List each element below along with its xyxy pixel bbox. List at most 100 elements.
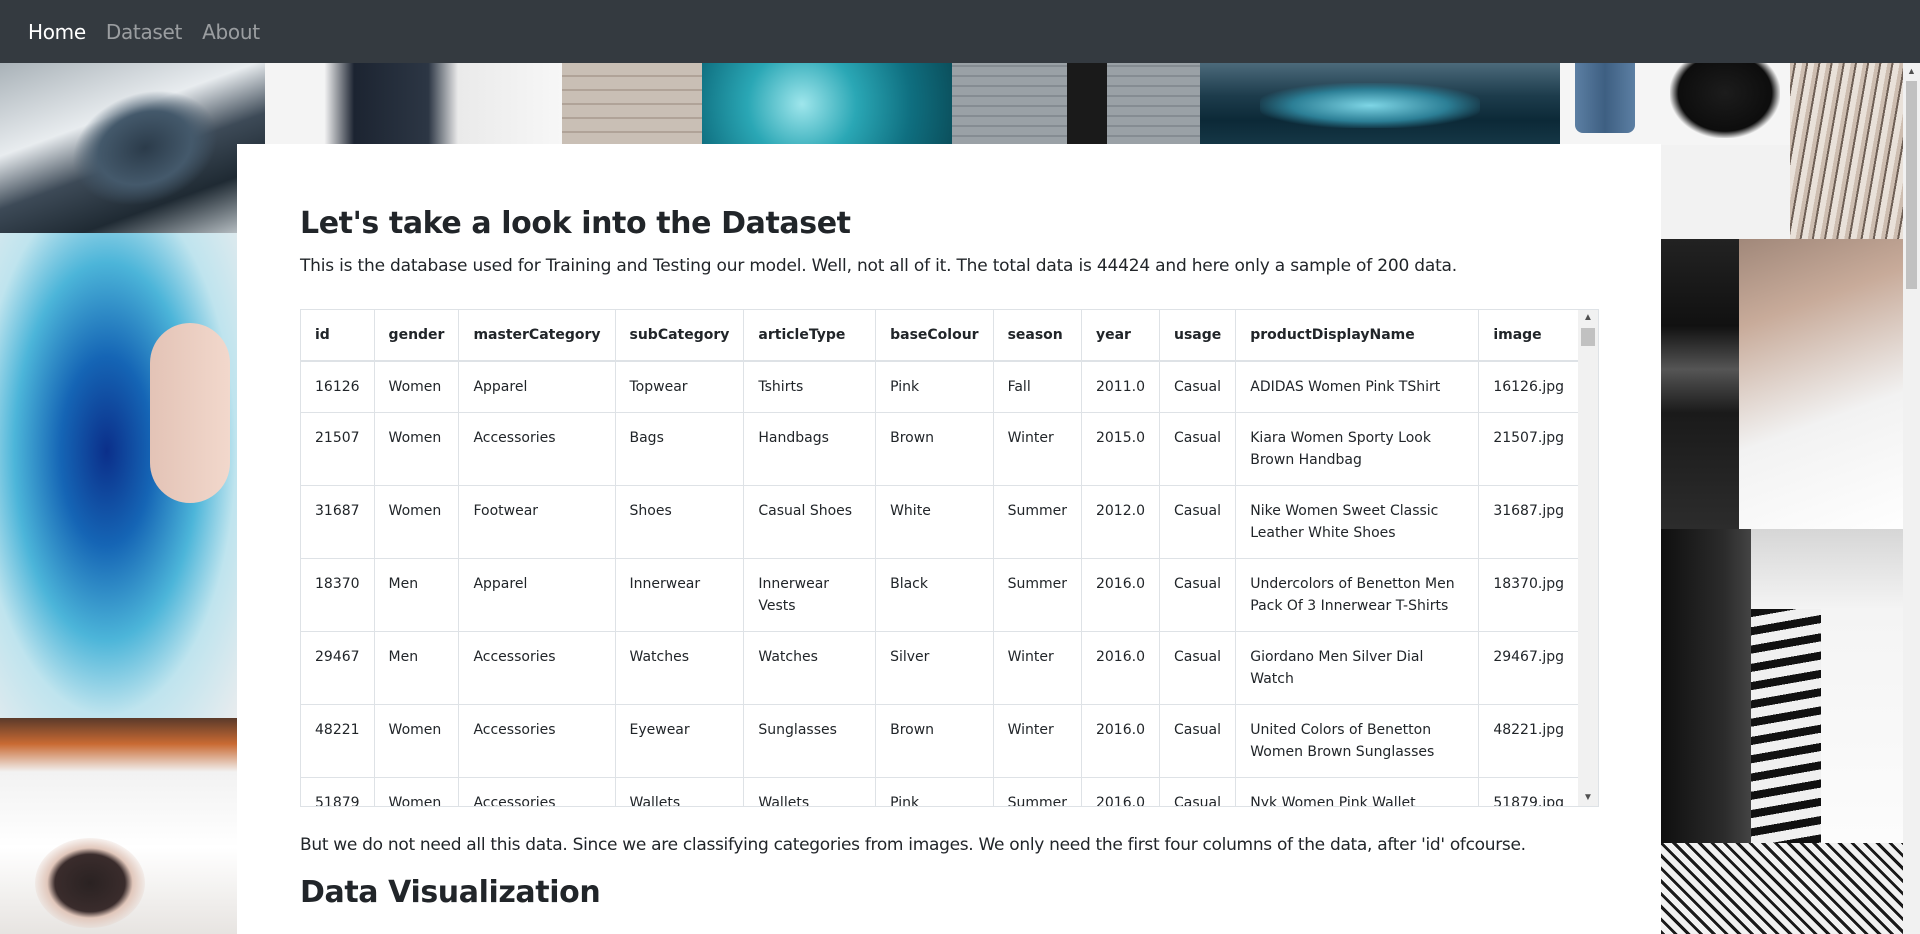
table-cell-baseColour: Brown bbox=[875, 704, 994, 778]
table-cell-usage: Casual bbox=[1158, 631, 1237, 705]
nav-dataset-link[interactable]: Dataset bbox=[106, 20, 183, 44]
column-header: subCategory bbox=[614, 310, 745, 362]
table-cell-year: 2011.0 bbox=[1080, 360, 1160, 413]
table-cell-masterCategory: Apparel bbox=[458, 360, 616, 413]
table-cell-masterCategory: Accessories bbox=[458, 412, 616, 486]
table-cell-subCategory: Bags bbox=[614, 412, 745, 486]
table-cell-image: 18370.jpg bbox=[1478, 558, 1579, 632]
table-cell-image: 21507.jpg bbox=[1478, 412, 1579, 486]
table-cell-masterCategory: Accessories bbox=[458, 631, 616, 705]
triangle-down-icon[interactable]: ▼ bbox=[1578, 790, 1598, 806]
table-cell-gender: Women bbox=[373, 704, 460, 778]
table-cell-articleType: Sunglasses bbox=[743, 704, 877, 778]
page-scrollbar-thumb[interactable] bbox=[1906, 81, 1917, 289]
nav-home-link[interactable]: Home bbox=[28, 20, 86, 44]
table-cell-gender: Men bbox=[373, 558, 460, 632]
table-cell-year: 2012.0 bbox=[1080, 485, 1160, 559]
table-cell-id: 29467 bbox=[301, 631, 375, 705]
table-cell-season: Winter bbox=[992, 704, 1082, 778]
table-cell-id: 16126 bbox=[301, 360, 375, 413]
table-cell-usage: Casual bbox=[1158, 704, 1237, 778]
table-cell-baseColour: Silver bbox=[875, 631, 994, 705]
table-cell-id: 51879 bbox=[301, 777, 375, 806]
table-cell-id: 21507 bbox=[301, 412, 375, 486]
collage-image-jeans bbox=[1560, 63, 1805, 145]
table-header-row: id gender masterCategory subCategory art… bbox=[301, 310, 1579, 362]
table-cell-image: 51879.jpg bbox=[1478, 777, 1579, 806]
column-header: year bbox=[1080, 310, 1160, 362]
table-cell-masterCategory: Accessories bbox=[458, 704, 616, 778]
table-cell-productDisplayName: ADIDAS Women Pink TShirt bbox=[1235, 360, 1480, 413]
table-cell-image: 16126.jpg bbox=[1478, 360, 1579, 413]
collage-image-necklace bbox=[1739, 239, 1920, 529]
table-row: 51879 Women Accessories Wallets Wallets Pink S… bbox=[301, 777, 1579, 806]
collage-image-boots bbox=[0, 63, 265, 233]
table-row: 18370 Men Apparel Innerwear Innerwear Vests B… bbox=[301, 558, 1579, 632]
table-cell-year: 2016.0 bbox=[1080, 558, 1160, 632]
table-cell-usage: Casual bbox=[1158, 558, 1237, 632]
table-cell-id: 18370 bbox=[301, 558, 375, 632]
table-cell-productDisplayName: Nyk Women Pink Wallet bbox=[1235, 777, 1480, 806]
table-body: 16126 Women Apparel Topwear Tshirts Pink Fall 2… bbox=[301, 360, 1579, 806]
table-cell-productDisplayName: Kiara Women Sporty Look Brown Handbag bbox=[1235, 412, 1480, 486]
dataset-table: id gender masterCategory subCategory art… bbox=[301, 310, 1579, 806]
table-scrollbar-thumb[interactable] bbox=[1581, 328, 1595, 346]
table-cell-gender: Women bbox=[373, 360, 460, 413]
table-cell-id: 48221 bbox=[301, 704, 375, 778]
table-cell-articleType: Wallets bbox=[743, 777, 877, 806]
triangle-up-icon[interactable]: ▲ bbox=[1578, 310, 1598, 326]
table-cell-subCategory: Shoes bbox=[614, 485, 745, 559]
table-cell-year: 2016.0 bbox=[1080, 777, 1160, 806]
column-header: image bbox=[1478, 310, 1579, 362]
table-cell-gender: Women bbox=[373, 777, 460, 806]
table-cell-subCategory: Watches bbox=[614, 631, 745, 705]
table-row: 31687 Women Footwear Shoes Casual Shoes White… bbox=[301, 485, 1579, 559]
column-header: masterCategory bbox=[458, 310, 616, 362]
collage-image-sunglasses bbox=[1661, 239, 1739, 529]
table-cell-articleType: Tshirts bbox=[743, 360, 877, 413]
table-cell-masterCategory: Footwear bbox=[458, 485, 616, 559]
table-cell-image: 48221.jpg bbox=[1478, 704, 1579, 778]
table-cell-productDisplayName: Undercolors of Benetton Men Pack Of 3 In… bbox=[1235, 558, 1480, 632]
triangle-up-icon[interactable]: ▲ bbox=[1903, 63, 1920, 79]
table-cell-season: Winter bbox=[992, 631, 1082, 705]
table-cell-gender: Women bbox=[373, 485, 460, 559]
dataset-table-scroll-container[interactable]: id gender masterCategory subCategory art… bbox=[300, 309, 1599, 807]
collage-image-ice bbox=[1200, 63, 1560, 145]
table-cell-usage: Casual bbox=[1158, 360, 1237, 413]
column-header: productDisplayName bbox=[1235, 310, 1480, 362]
table-cell-productDisplayName: United Colors of Benetton Women Brown Su… bbox=[1235, 704, 1480, 778]
main-content: Let's take a look into the Dataset This … bbox=[237, 144, 1661, 934]
page-title: Let's take a look into the Dataset bbox=[300, 206, 851, 241]
table-cell-year: 2016.0 bbox=[1080, 631, 1160, 705]
collage-image-cup bbox=[0, 718, 237, 934]
column-header: id bbox=[301, 310, 375, 362]
column-header: usage bbox=[1158, 310, 1237, 362]
table-cell-season: Winter bbox=[992, 412, 1082, 486]
table-cell-image: 31687.jpg bbox=[1478, 485, 1579, 559]
table-cell-subCategory: Topwear bbox=[614, 360, 745, 413]
table-cell-gender: Women bbox=[373, 412, 460, 486]
table-cell-year: 2016.0 bbox=[1080, 704, 1160, 778]
collage-image-brick bbox=[562, 63, 702, 145]
table-cell-season: Summer bbox=[992, 777, 1082, 806]
table-cell-year: 2015.0 bbox=[1080, 412, 1160, 486]
section-title-data-visualization: Data Visualization bbox=[300, 875, 601, 910]
collage-image-coat bbox=[265, 63, 562, 145]
page-scrollbar[interactable]: ▲ bbox=[1903, 63, 1920, 934]
nav-about-link[interactable]: About bbox=[202, 20, 260, 44]
table-cell-baseColour: Pink bbox=[875, 360, 994, 413]
table-cell-baseColour: White bbox=[875, 485, 994, 559]
after-table-text: But we do not need all this data. Since … bbox=[300, 835, 1526, 855]
column-header: articleType bbox=[743, 310, 877, 362]
table-cell-subCategory: Wallets bbox=[614, 777, 745, 806]
table-scrollbar[interactable]: ▲ ▼ bbox=[1578, 310, 1598, 806]
table-row: 48221 Women Accessories Eyewear Sunglasses Br… bbox=[301, 704, 1579, 778]
table-cell-baseColour: Black bbox=[875, 558, 994, 632]
table-cell-articleType: Handbags bbox=[743, 412, 877, 486]
table-cell-baseColour: Brown bbox=[875, 412, 994, 486]
table-cell-articleType: Innerwear Vests bbox=[743, 558, 877, 632]
table-cell-baseColour: Pink bbox=[875, 777, 994, 806]
table-cell-season: Summer bbox=[992, 558, 1082, 632]
column-header: season bbox=[992, 310, 1082, 362]
